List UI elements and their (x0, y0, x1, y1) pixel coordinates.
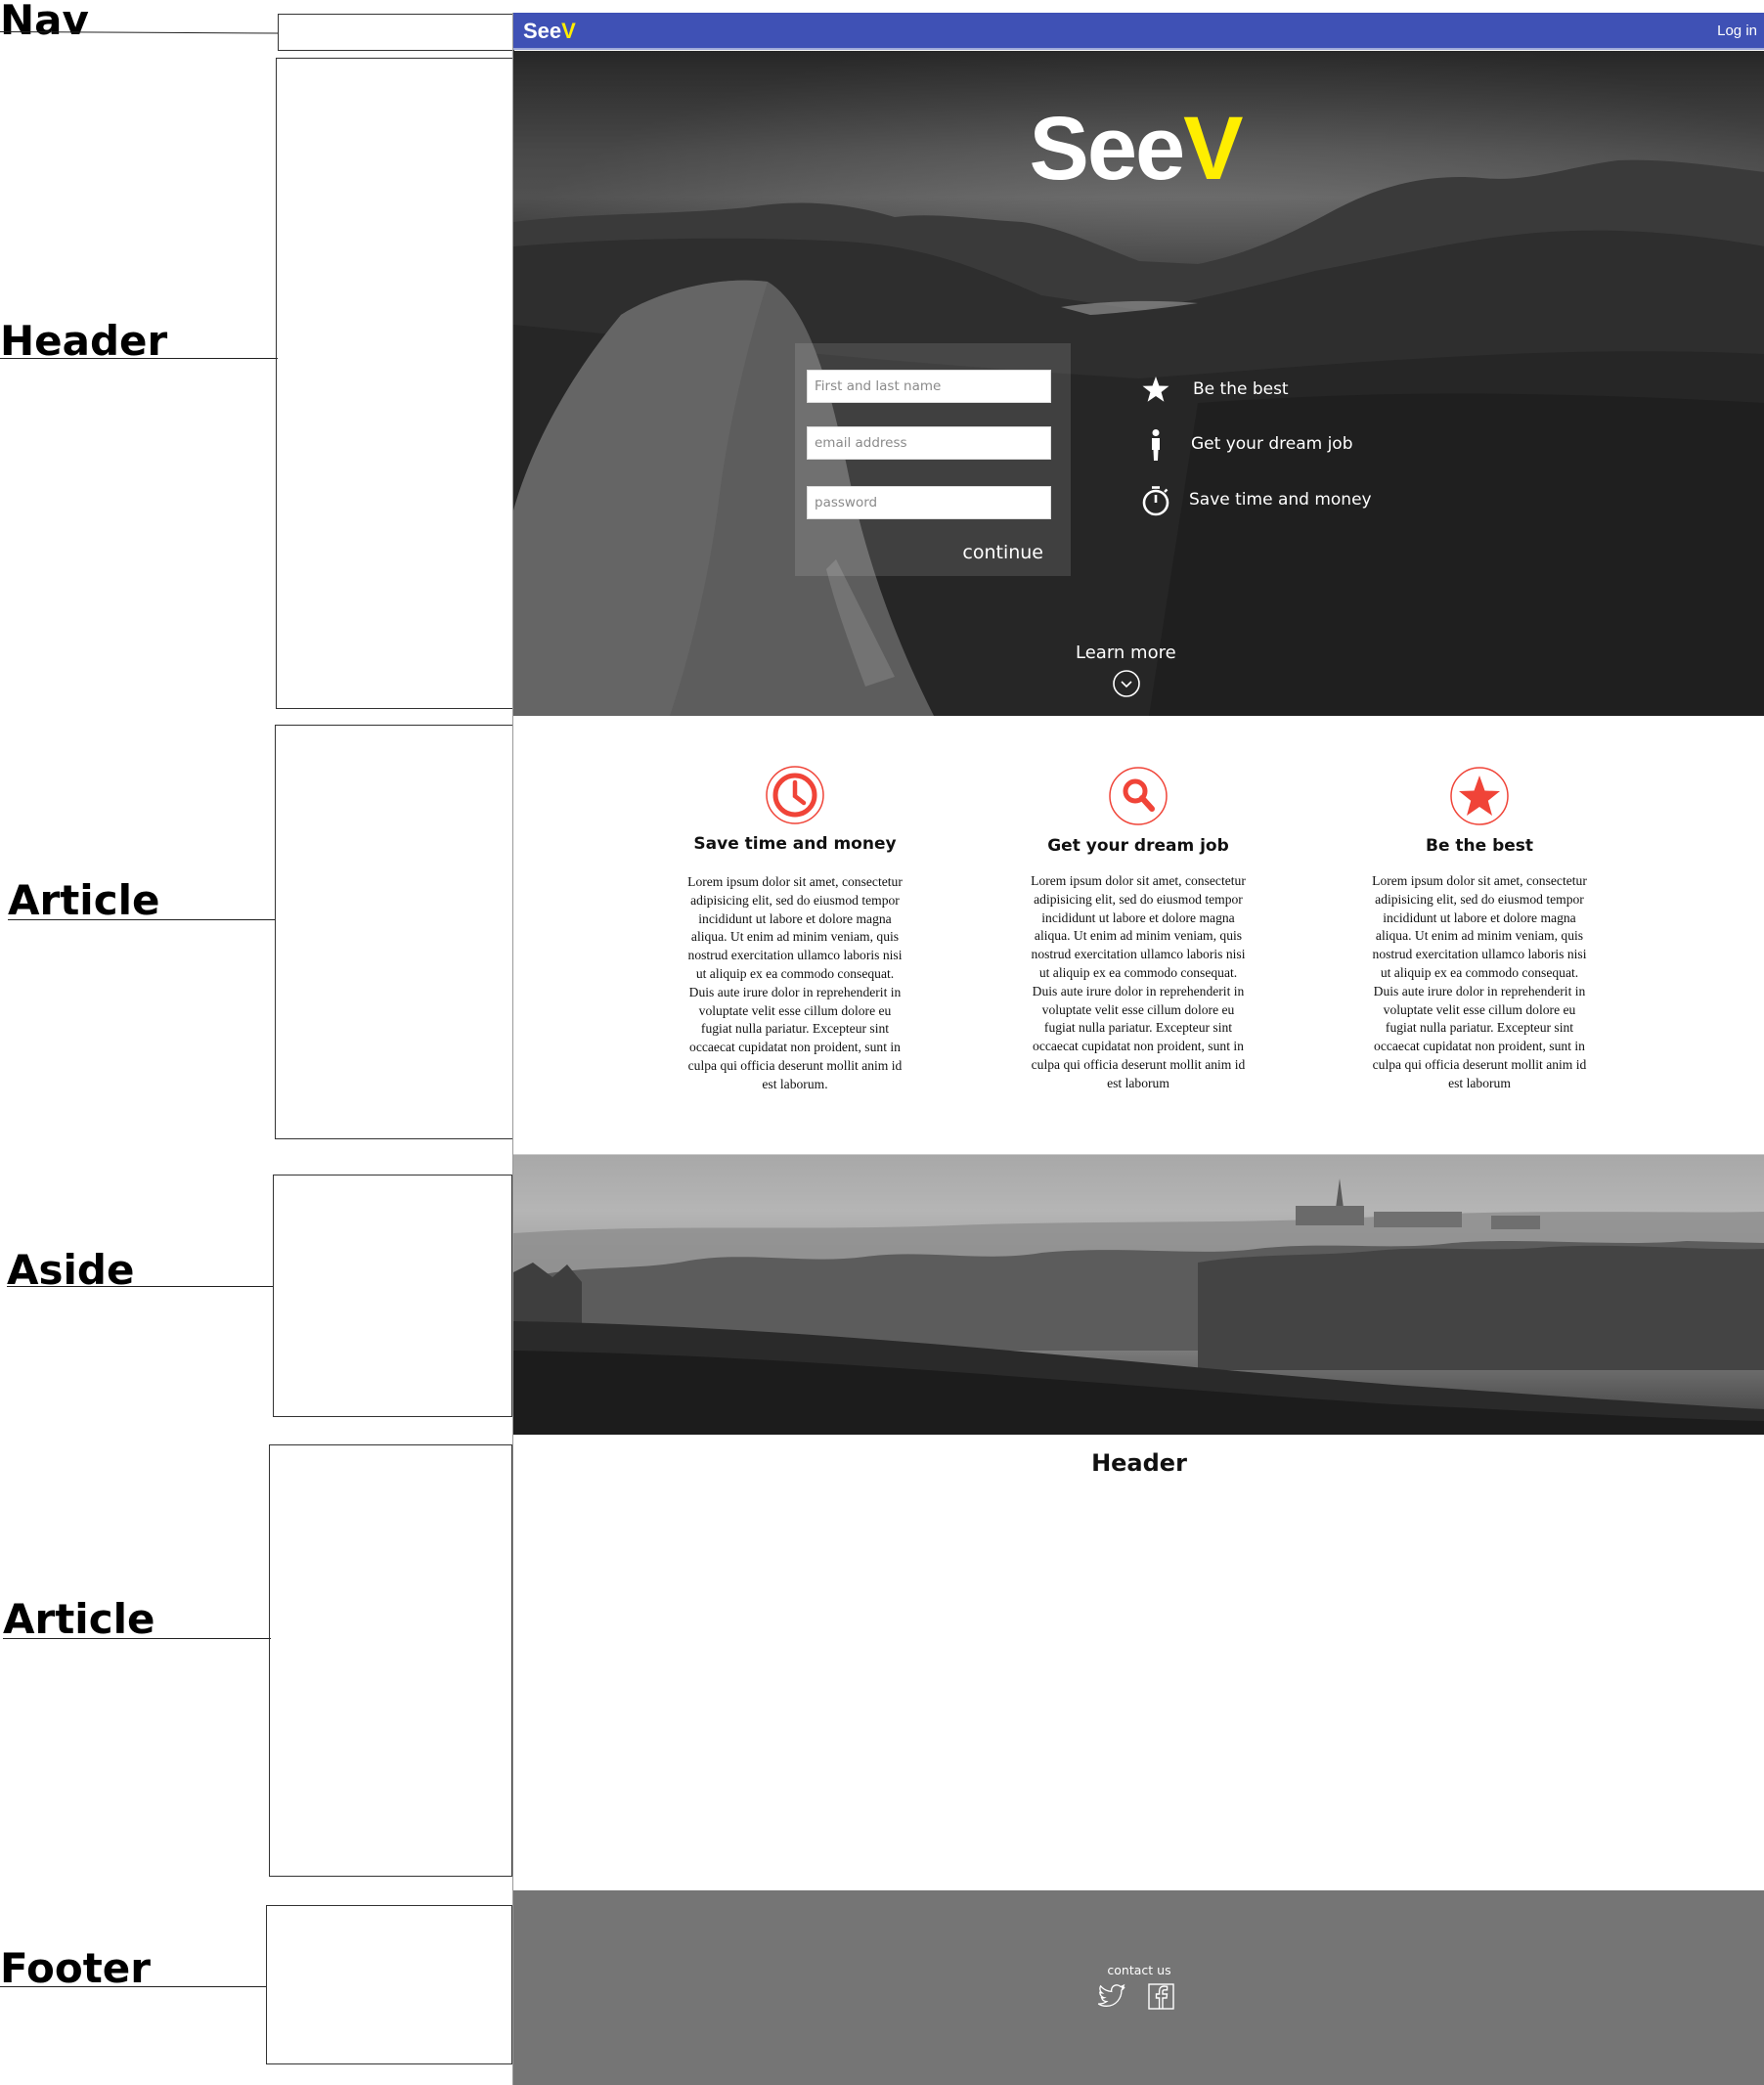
article-heading: Header (1091, 1449, 1187, 1477)
hero-header: SeeV continue Be the best Get your dream… (513, 51, 1764, 716)
benefit-label: Get your dream job (1191, 434, 1353, 454)
annotation-label-article: Article (8, 876, 160, 924)
annotation-leader-article (8, 919, 276, 920)
feature-dream-job: Get your dream job Lorem ipsum dolor sit… (1021, 766, 1256, 1093)
login-link[interactable]: Log in (1717, 22, 1757, 39)
contact-us-label: contact us (1107, 1963, 1171, 1977)
feature-be-the-best: Be the best Lorem ipsum dolor sit amet, … (1362, 766, 1597, 1093)
nav-logo[interactable]: SeeV (523, 19, 576, 44)
email-input[interactable] (807, 426, 1051, 460)
features-article: Save time and money Lorem ipsum dolor si… (513, 717, 1764, 1155)
website-mockup: SeeV Log in SeeV continue (512, 13, 1764, 2085)
learn-more-link[interactable]: Learn more (1076, 643, 1176, 663)
name-input[interactable] (807, 370, 1051, 403)
chevron-down-circle-icon[interactable] (1112, 669, 1141, 698)
nav-bar: SeeV Log in (513, 13, 1764, 50)
annotation-label-nav: Nav (0, 0, 89, 44)
feature-text: Lorem ipsum dolor sit amet, consectetur … (1372, 873, 1587, 1090)
annotation-box-article-2 (269, 1444, 512, 1877)
aside-landscape-banner (513, 1155, 1764, 1435)
star-icon (1142, 377, 1169, 402)
annotation-leader-aside (7, 1286, 274, 1287)
benefit-label: Be the best (1193, 379, 1289, 399)
signup-form: continue (795, 343, 1071, 576)
twitter-icon[interactable] (1097, 1983, 1126, 2009)
continue-button[interactable]: continue (962, 542, 1043, 563)
benefit-label: Save time and money (1189, 490, 1372, 510)
nav-logo-suffix: V (561, 19, 576, 43)
feature-text: Lorem ipsum dolor sit amet, consectetur … (687, 874, 903, 1091)
hero-logo-suffix: V (1183, 99, 1243, 199)
feature-text: Lorem ipsum dolor sit amet, consectetur … (1031, 873, 1246, 1090)
annotation-label-article-2: Article (3, 1595, 155, 1643)
annotation-label-aside: Aside (7, 1246, 135, 1294)
footer: contact us (513, 1890, 1764, 2085)
annotation-leader-header (0, 358, 278, 359)
annotation-box-nav (278, 14, 514, 51)
hero-logo-text: SeeV (1029, 99, 1243, 199)
content-article: Header (513, 1435, 1764, 1890)
annotation-label-header: Header (0, 317, 168, 365)
clock-icon (766, 766, 824, 824)
password-input[interactable] (807, 486, 1051, 519)
annotation-leader-footer (0, 1986, 267, 1987)
feature-title: Get your dream job (1047, 836, 1229, 856)
hero-logo-prefix: See (1029, 99, 1185, 199)
aside-background-image (513, 1178, 1764, 1435)
star-icon (1450, 767, 1509, 825)
annotation-box-header (276, 58, 514, 709)
person-icon (1152, 429, 1160, 461)
annotation-label-footer: Footer (0, 1944, 151, 1992)
annotation-box-aside (273, 1175, 512, 1417)
annotation-box-article (275, 725, 514, 1139)
nav-logo-prefix: See (523, 19, 562, 43)
feature-title: Save time and money (693, 834, 897, 854)
feature-title: Be the best (1425, 836, 1534, 856)
annotation-leader-article-2 (3, 1638, 271, 1639)
hero-logo: SeeV (513, 98, 1764, 200)
facebook-icon[interactable] (1148, 1983, 1174, 2010)
search-icon (1109, 767, 1168, 825)
feature-save-time: Save time and money Lorem ipsum dolor si… (678, 765, 912, 1094)
stopwatch-icon (1142, 486, 1169, 516)
annotation-box-footer (266, 1905, 512, 2064)
